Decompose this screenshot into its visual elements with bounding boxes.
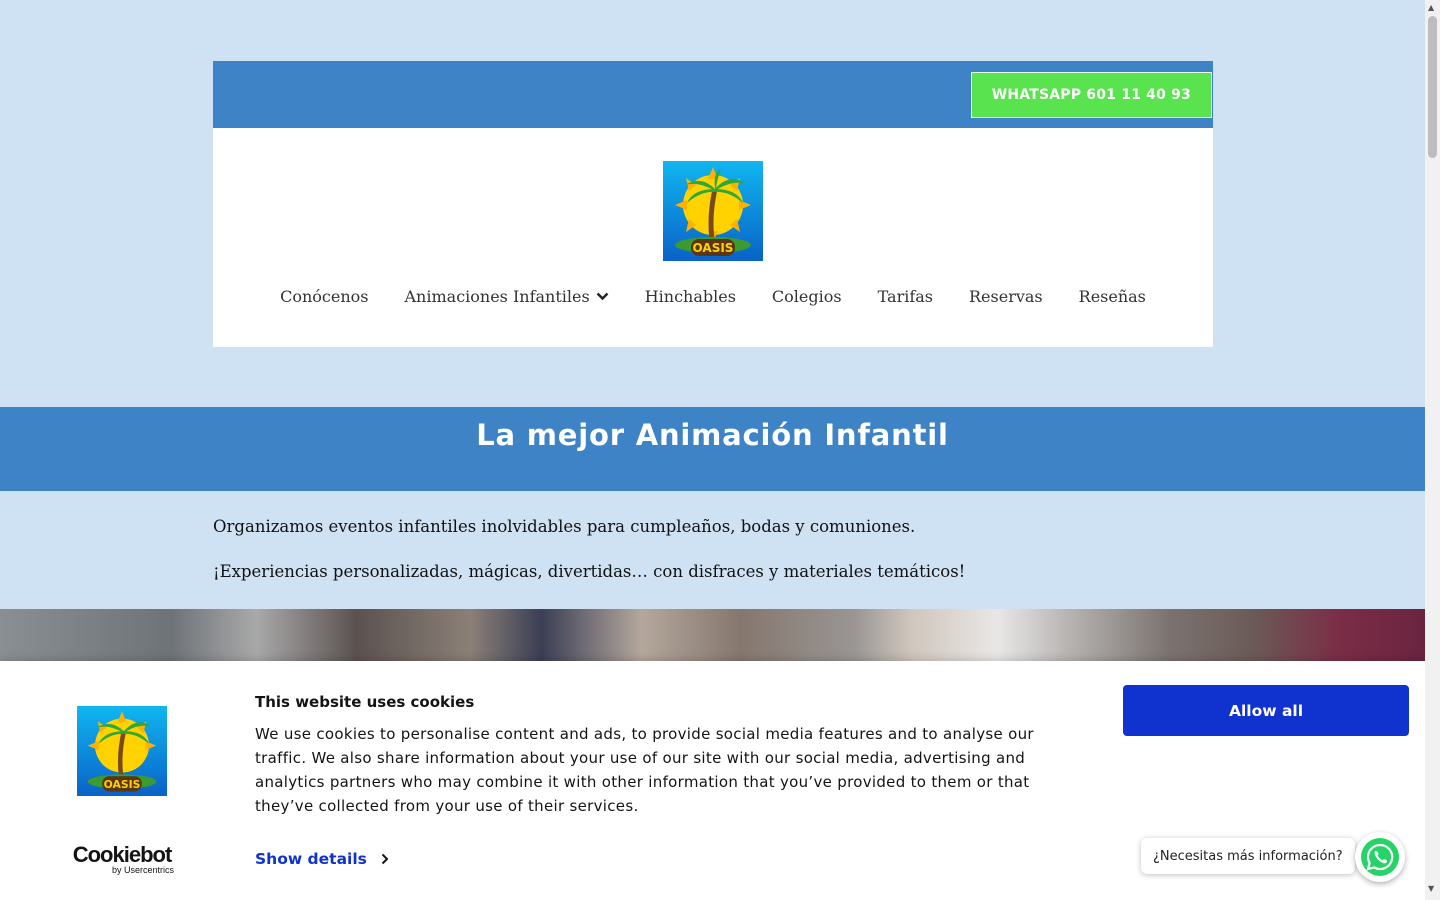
- nav-label: Tarifas: [877, 287, 933, 306]
- nav-label: Hinchables: [644, 287, 736, 306]
- nav-label: Colegios: [771, 287, 842, 306]
- nav-item-resenas[interactable]: Reseñas: [1079, 287, 1146, 306]
- nav-label: Conócenos: [280, 287, 369, 306]
- nav-item-colegios[interactable]: Colegios: [772, 287, 842, 306]
- nav-item-animaciones-infantiles[interactable]: Animaciones Infantiles: [405, 287, 609, 306]
- site-header: OASIS Conócenos Animaciones Infantiles H…: [213, 128, 1213, 347]
- intro-paragraph: Organizamos eventos infantiles inolvidab…: [213, 517, 916, 536]
- nav-item-reservas[interactable]: Reservas: [969, 287, 1043, 306]
- whatsapp-tooltip[interactable]: ¿Necesitas más información?: [1141, 838, 1355, 874]
- hero-title: La mejor Animación Infantil: [476, 418, 949, 453]
- nav-item-tarifas[interactable]: Tarifas: [878, 287, 933, 306]
- intro-paragraph: ¡Experiencias personalizadas, mágicas, d…: [213, 562, 966, 581]
- hero-band: La mejor Animación Infantil: [0, 407, 1425, 491]
- cookiebot-name: Cookiebot: [72, 842, 173, 867]
- cookiebot-logo: Cookiebot by Usercentrics: [70, 842, 174, 876]
- cookie-text: We use cookies to personalise content an…: [255, 725, 1034, 815]
- svg-text:OASIS: OASIS: [104, 778, 141, 791]
- page: WHATSAPP 601 11 40 93 OASIS Conócenos An…: [0, 0, 1425, 900]
- whatsapp-icon: [1361, 838, 1399, 876]
- nav-label: Reservas: [969, 287, 1043, 306]
- nav-item-hinchables[interactable]: Hinchables: [645, 287, 736, 306]
- main-nav: Conócenos Animaciones Infantiles Hinchab…: [213, 287, 1213, 306]
- show-details-label: Show details: [255, 850, 367, 868]
- whatsapp-float-button[interactable]: [1355, 832, 1405, 882]
- svg-text:OASIS: OASIS: [693, 241, 734, 255]
- nav-label: Reseñas: [1078, 287, 1146, 306]
- oasis-logo: OASIS: [77, 706, 167, 796]
- allow-all-button[interactable]: Allow all: [1123, 685, 1409, 736]
- chevron-down-icon: [596, 292, 609, 301]
- oasis-logo[interactable]: OASIS: [663, 161, 763, 261]
- nav-item-conocenos[interactable]: Conócenos: [280, 287, 368, 306]
- scroll-up-arrow-icon[interactable]: ▲: [1428, 3, 1434, 12]
- cookie-title: This website uses cookies: [255, 693, 475, 711]
- intro-text: Organizamos eventos infantiles inolvidab…: [213, 517, 1213, 607]
- show-details-link[interactable]: Show details: [255, 850, 389, 868]
- hero-photo: [0, 609, 1425, 661]
- whatsapp-button[interactable]: WHATSAPP 601 11 40 93: [970, 72, 1212, 118]
- chevron-right-icon: [381, 853, 389, 865]
- top-bar: WHATSAPP 601 11 40 93: [213, 61, 1213, 128]
- nav-label: Animaciones Infantiles: [404, 287, 590, 306]
- scroll-down-arrow-icon[interactable]: ▼: [1428, 884, 1434, 893]
- scrollbar[interactable]: ▲ ▼: [1425, 0, 1440, 900]
- scroll-thumb[interactable]: [1428, 16, 1437, 158]
